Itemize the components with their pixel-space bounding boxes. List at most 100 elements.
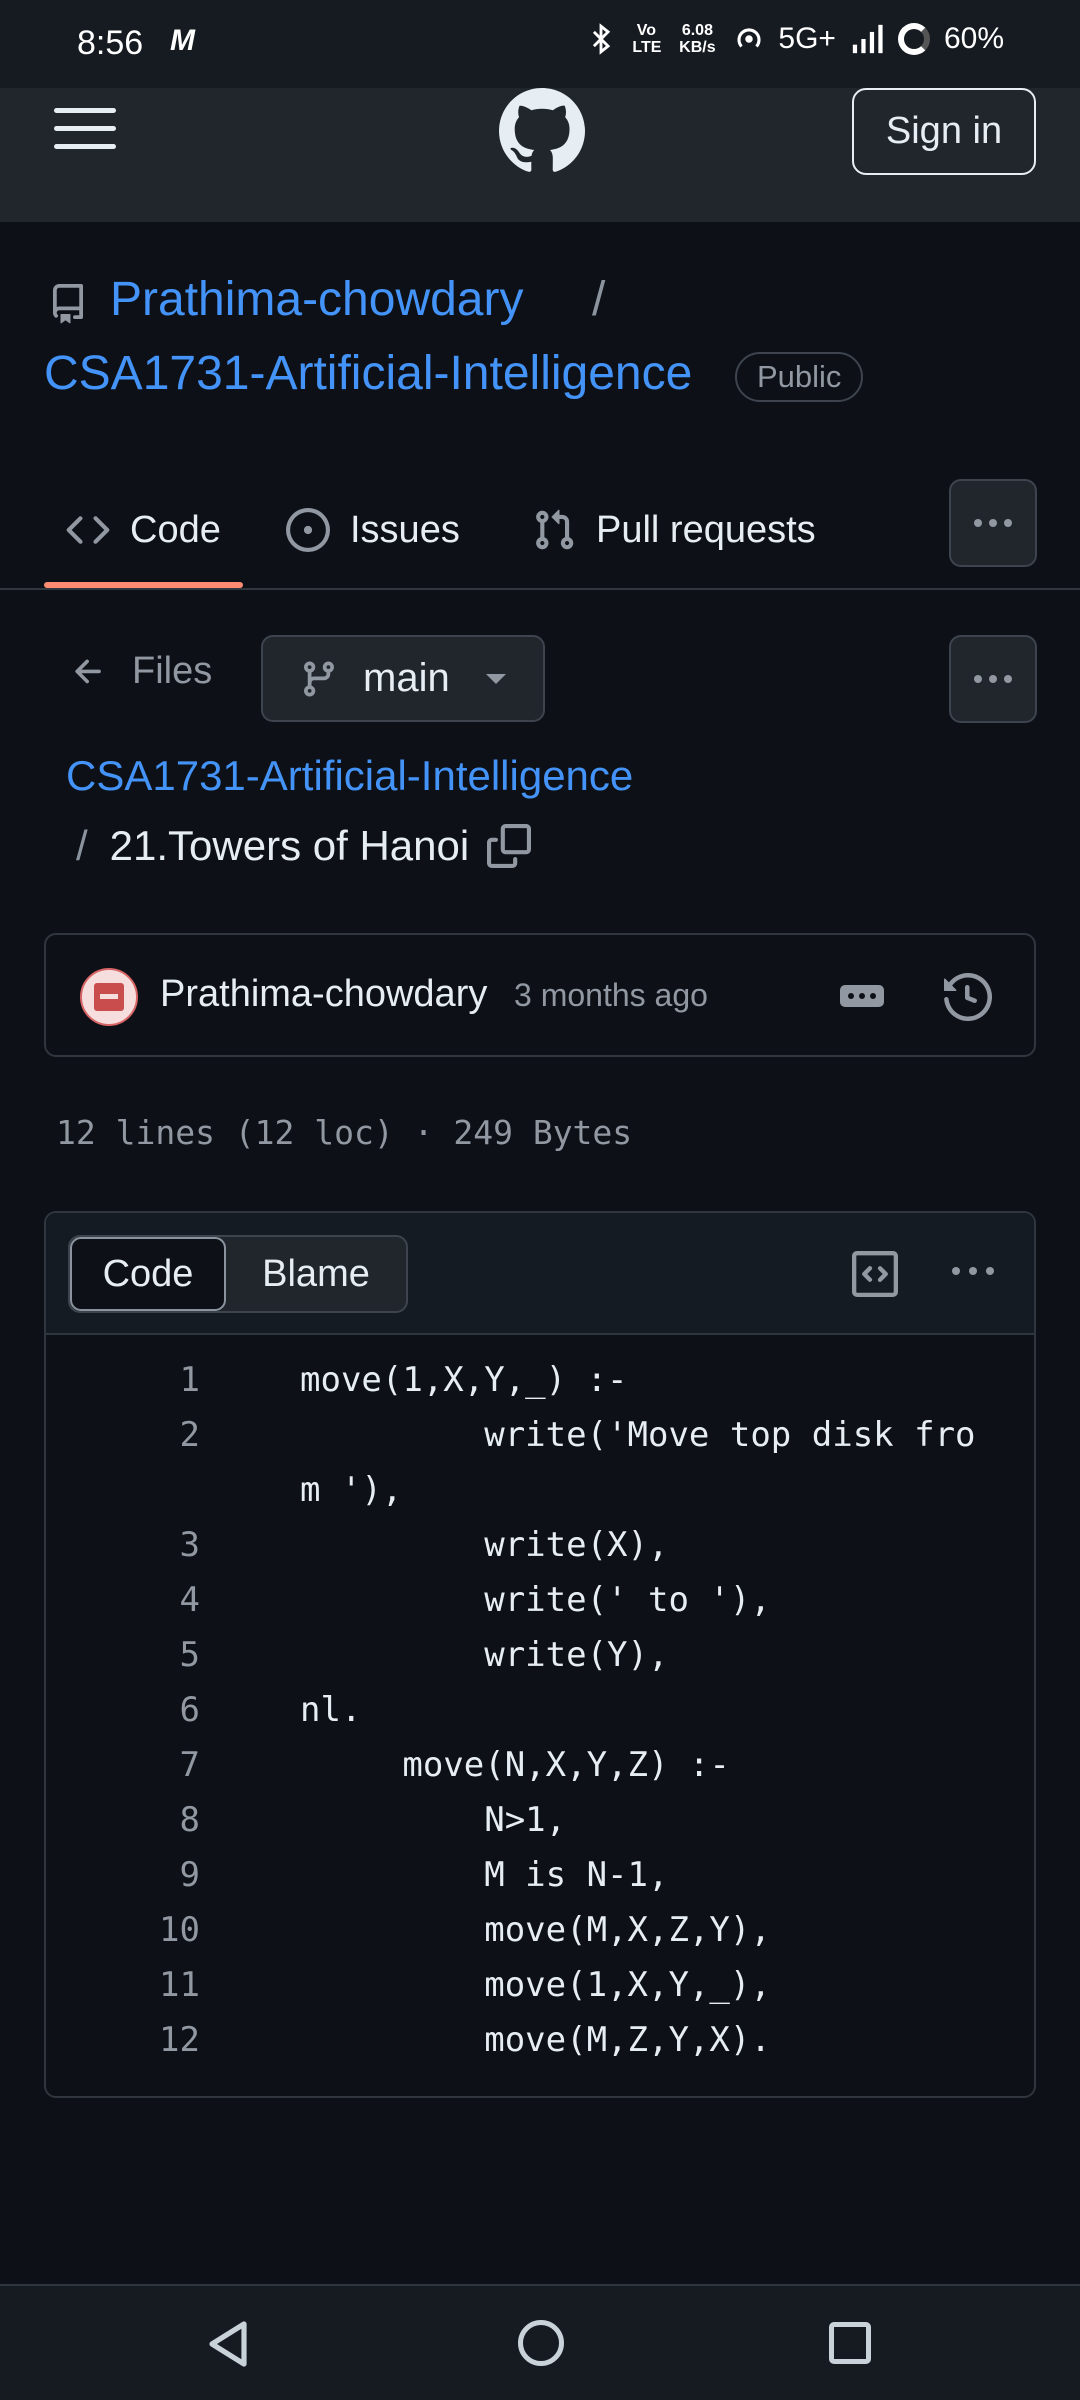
home-icon[interactable] (518, 2320, 564, 2366)
branch-select-button[interactable]: main (261, 635, 545, 722)
code-lines: 1 move(1,X,Y,_) :- 2 write('Move top disk … (46, 1353, 1034, 2068)
code-line: 1 move(1,X,Y,_) :- (46, 1353, 1034, 1408)
line-number[interactable]: 8 (46, 1793, 200, 1848)
code-view-button[interactable]: Code (70, 1237, 226, 1311)
tab-code-label: Code (130, 508, 221, 551)
files-label: Files (132, 650, 213, 692)
history-icon[interactable] (944, 973, 992, 1021)
code-line: 2 write('Move top disk from '), (46, 1408, 1034, 1518)
line-number[interactable]: 7 (46, 1738, 200, 1793)
bluetooth-icon (593, 23, 611, 55)
tab-issues[interactable]: Issues (286, 500, 460, 560)
status-bar: 8:56 M Vo LTE 6.08 KB/s 5G+ 60% (0, 0, 1080, 88)
line-number[interactable]: 11 (46, 1958, 200, 2013)
git-branch-icon (303, 661, 334, 697)
breadcrumb-repo-link[interactable]: CSA1731-Artificial-Intelligence (66, 752, 633, 800)
tabs-more-button[interactable] (949, 479, 1037, 567)
commit-time: 3 months ago (514, 977, 708, 1013)
network-speed: 6.08 KB/s (679, 22, 716, 56)
git-pull-request-icon (536, 509, 574, 550)
code-toolbar: Code Blame (46, 1213, 1034, 1335)
code-line: 10 move(M,X,Z,Y), (46, 1903, 1034, 1958)
active-tab-indicator (44, 582, 243, 588)
line-number[interactable]: 12 (46, 2013, 200, 2068)
code-square-icon[interactable] (852, 1251, 898, 1297)
commit-author-link[interactable]: Prathima-chowdary (160, 973, 487, 1016)
sign-in-button[interactable]: Sign in (852, 88, 1036, 175)
line-number[interactable]: 1 (46, 1353, 200, 1408)
repo-name-link[interactable]: CSA1731-Artificial-Intelligence (44, 346, 692, 401)
tab-pull-requests[interactable]: Pull requests (532, 500, 816, 560)
line-source: move(M,X,Z,Y), (300, 1910, 771, 1950)
avatar[interactable] (80, 968, 138, 1026)
repo-owner-link[interactable]: Prathima-chowdary (110, 272, 523, 327)
line-number[interactable]: 4 (46, 1573, 200, 1628)
system-nav-bar (0, 2284, 1080, 2400)
carrier-icon: M (170, 24, 195, 57)
line-number[interactable]: 6 (46, 1683, 200, 1738)
tab-code[interactable]: Code (66, 500, 221, 560)
hotspot-icon (737, 28, 761, 48)
latest-commit-box: Prathima-chowdary 3 months ago (44, 933, 1036, 1057)
file-name: 21.Towers of Hanoi (109, 822, 470, 869)
view-toggle: Code Blame (68, 1235, 408, 1313)
code-line: 7 move(N,X,Y,Z) :- (46, 1738, 1034, 1793)
code-line: 5 write(Y), (46, 1628, 1034, 1683)
back-icon[interactable] (206, 2320, 250, 2368)
tab-pull-requests-label: Pull requests (596, 508, 816, 551)
status-time: 8:56 (77, 24, 144, 62)
line-source: write(Y), (300, 1635, 669, 1675)
code-icon (66, 516, 110, 544)
copy-icon[interactable] (487, 824, 532, 868)
status-icons: Vo LTE 6.08 KB/s 5G+ 60% (584, 22, 1004, 56)
line-source: M is N-1, (300, 1855, 669, 1895)
line-source: move(M,Z,Y,X). (300, 2020, 771, 2060)
repo-icon (52, 284, 83, 324)
code-line: 8 N>1, (46, 1793, 1034, 1848)
issue-opened-icon (286, 508, 330, 552)
code-line: 4 write(' to '), (46, 1573, 1034, 1628)
line-number[interactable]: 2 (46, 1408, 200, 1518)
code-viewer: Code Blame 1 move(1,X,Y,_) :- 2 write('Mov… (44, 1211, 1036, 2098)
file-more-button[interactable] (949, 635, 1037, 723)
repo-separator: / (592, 273, 606, 326)
visibility-badge: Public (735, 352, 864, 402)
code-line: 11 move(1,X,Y,_), (46, 1958, 1034, 2013)
code-line: 9 M is N-1, (46, 1848, 1034, 1903)
line-number[interactable]: 5 (46, 1628, 200, 1683)
repo-tabs: Code Issues Pull requests (0, 478, 1080, 590)
code-line: 6 nl. (46, 1683, 1034, 1738)
tab-issues-label: Issues (350, 508, 460, 551)
line-source: move(1,X,Y,_) :- (300, 1360, 628, 1400)
line-source: N>1, (300, 1800, 567, 1840)
arrow-left-icon (75, 659, 101, 683)
breadcrumb-separator: / (76, 822, 88, 869)
branch-name: main (363, 656, 450, 700)
code-line: 3 write(X), (46, 1518, 1034, 1573)
volte-indicator: Vo LTE (632, 22, 662, 56)
github-logo-icon[interactable] (499, 88, 585, 174)
line-number[interactable]: 10 (46, 1903, 200, 1958)
line-source: write(' to '), (300, 1580, 771, 1620)
code-line: 12 move(M,Z,Y,X). (46, 2013, 1034, 2068)
breadcrumb: / 21.Towers of Hanoi (76, 822, 532, 870)
network-type: 5G+ (778, 22, 836, 55)
line-source: nl. (300, 1690, 362, 1730)
line-source: move(N,X,Y,Z) :- (300, 1745, 730, 1785)
commit-message-expand-icon[interactable] (840, 985, 884, 1007)
signal-icon (852, 24, 883, 54)
kebab-horizontal-icon[interactable] (952, 1267, 994, 1275)
battery-icon (897, 23, 930, 55)
files-back-link[interactable]: Files (70, 650, 212, 693)
file-meta: 12 lines (12 loc) · 249 Bytes (56, 1113, 633, 1152)
line-number[interactable]: 9 (46, 1848, 200, 1903)
menu-icon[interactable] (54, 108, 116, 152)
battery-percent: 60% (943, 22, 1004, 55)
line-source: write(X), (300, 1525, 669, 1565)
line-source: write('Move top disk from '), (300, 1415, 976, 1510)
recents-icon[interactable] (829, 2322, 871, 2364)
blame-view-button[interactable]: Blame (226, 1237, 406, 1311)
triangle-down-icon (485, 673, 506, 684)
line-number[interactable]: 3 (46, 1518, 200, 1573)
site-header: Sign in (0, 88, 1080, 222)
